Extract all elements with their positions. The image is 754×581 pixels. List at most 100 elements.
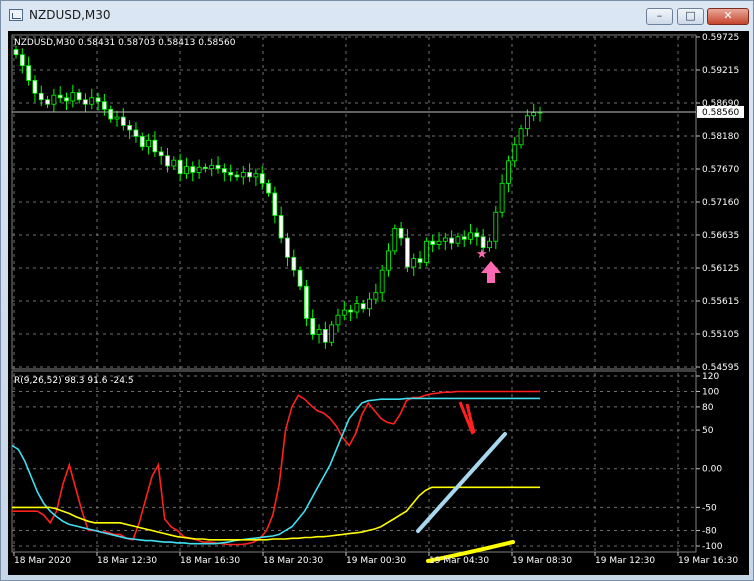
candle-body [108, 108, 114, 120]
candle-body [221, 168, 227, 173]
candle-body [247, 172, 252, 178]
candle-body [51, 94, 57, 105]
candle-body [354, 303, 360, 313]
price-tick-label: 0.56125 [702, 264, 739, 274]
chart-canvas[interactable]: ★ 0.597250.592150.586900.581800.576700.5… [8, 31, 749, 575]
candle-body [95, 97, 101, 103]
candle-body [341, 309, 347, 316]
candle-body [518, 128, 524, 146]
price-tick-label: 0.58180 [702, 132, 739, 142]
candle-body [70, 92, 76, 102]
candle-body [386, 250, 391, 271]
candle-body [278, 215, 284, 239]
candle-body [272, 192, 278, 216]
indicator-series-line [12, 486, 540, 541]
candle-body [449, 237, 455, 244]
chart-window: NZDUSD,M30 – □ ✕ ★ 0.59725 0.59215 0.58690… [0, 0, 754, 581]
candle-body [423, 240, 429, 263]
candle-body [45, 99, 50, 105]
time-tick-label: 19 Mar 12:30 [595, 556, 655, 566]
time-tick-label: 19 Mar 16:30 [678, 556, 738, 566]
close-button[interactable]: ✕ [707, 8, 749, 25]
candle-body [310, 318, 316, 335]
candle-body [455, 236, 461, 244]
time-tick-label: 19 Mar 04:30 [429, 556, 489, 566]
window-title: NZDUSD,M30 [29, 8, 111, 22]
indicator-panel-border [11, 370, 697, 553]
candle-body [373, 292, 379, 300]
time-tick-label: 19 Mar 08:30 [512, 556, 572, 566]
candle-body [38, 92, 44, 101]
candle-body [379, 269, 385, 294]
price-tick-label: 0.57670 [702, 165, 739, 175]
candle-body [19, 54, 25, 67]
title-bar[interactable]: NZDUSD,M30 – □ ✕ [1, 1, 753, 31]
time-tick-label: 18 Mar 2020 [14, 556, 71, 566]
candle-body [215, 164, 221, 169]
candle-body [266, 182, 271, 194]
candle-body [405, 237, 410, 268]
candle-body [184, 166, 189, 175]
candle-body [228, 172, 234, 176]
candle-body [360, 303, 366, 310]
candle-body [120, 116, 126, 126]
price-tick-label: 0.59725 [702, 33, 739, 43]
candle-body [171, 159, 177, 167]
candle-body [348, 309, 354, 313]
price-tick-label: 0.59215 [702, 66, 739, 76]
indicator-tick-label: 0.00 [702, 465, 722, 475]
candle-body [32, 80, 38, 94]
candle-body [392, 227, 398, 252]
candle-body [487, 240, 492, 249]
price-tick-label: 0.55105 [702, 330, 739, 340]
candle-body [436, 240, 442, 245]
price-tick-label: 0.57160 [702, 198, 739, 208]
candle-body [89, 97, 95, 105]
candle-body [196, 166, 202, 173]
time-tick-label: 18 Mar 16:30 [180, 556, 240, 566]
time-tick-label: 19 Mar 00:30 [346, 556, 406, 566]
candle-body [442, 237, 448, 242]
annotation-red-stroke [458, 401, 476, 435]
candle-body [461, 236, 467, 240]
candle-body [329, 324, 335, 343]
indicator-tick-label: -50 [702, 503, 717, 513]
candle-body [531, 112, 537, 117]
candle-body [506, 160, 511, 184]
indicator-tick-label: -100 [702, 542, 723, 552]
indicator-tick-label: -80 [702, 527, 717, 537]
indicator-panel-header: R(9,26,52) 98.3 91.6 -24.5 [14, 376, 134, 386]
candle-body [101, 101, 107, 110]
grid-lines [11, 34, 697, 553]
candle-body [139, 135, 145, 148]
candle-body [202, 166, 208, 169]
maximize-button[interactable]: □ [677, 8, 704, 25]
candle-body [26, 65, 32, 81]
candle-body [493, 211, 499, 242]
candle-body [322, 328, 328, 343]
price-candles: ★ [12, 45, 696, 349]
candle-body [209, 164, 215, 169]
chart-area[interactable]: ★ 0.59725 0.59215 0.58690 0.58180 0.57670 0.5… [8, 31, 749, 575]
candle-body [411, 258, 417, 268]
candle-body [512, 144, 518, 162]
candle-body [158, 151, 164, 157]
candle-body [127, 125, 133, 131]
indicator-lines [11, 390, 540, 563]
candle-body [133, 129, 139, 137]
minimize-button[interactable]: – [646, 8, 673, 25]
candle-body [114, 116, 120, 120]
candle-body [499, 182, 505, 213]
candle-body [468, 232, 473, 240]
indicator-tick-label: 100 [702, 387, 719, 397]
candle-body [316, 328, 322, 335]
price-tick-label: 0.55615 [702, 297, 739, 307]
candle-body [335, 314, 341, 326]
candle-body [253, 173, 259, 178]
candle-body [57, 94, 63, 99]
price-tick-label: 0.56635 [702, 231, 739, 241]
candle-body [83, 99, 88, 105]
candle-body [291, 256, 297, 271]
candle-body [304, 285, 309, 319]
candle-body [165, 155, 170, 167]
